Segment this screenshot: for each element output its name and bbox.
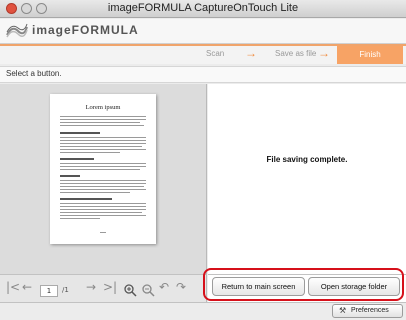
preferences-label: Preferences: [351, 307, 389, 314]
last-page-button[interactable]: >|: [103, 280, 117, 294]
step-scan: Scan: [206, 49, 225, 58]
page-number-input[interactable]: 1: [40, 285, 58, 297]
next-page-button[interactable]: →: [86, 280, 96, 294]
title-bar: imageFORMULA CaptureOnTouch Lite: [0, 0, 406, 18]
rotate-right-button[interactable]: ↷: [176, 280, 186, 294]
window-title: imageFORMULA CaptureOnTouch Lite: [107, 2, 299, 14]
zoom-in-icon[interactable]: [123, 283, 137, 297]
highlight-annotation: [203, 268, 404, 301]
steps-bar: Scan → Save as file → Finish: [0, 44, 406, 64]
preview-panel: Lorem ipsum: [0, 84, 207, 274]
page-total: /1: [62, 286, 69, 294]
first-page-button[interactable]: |<: [6, 280, 20, 294]
brand-bar: imageFORMULA: [0, 19, 406, 44]
previous-page-button[interactable]: ←: [22, 280, 32, 294]
preview-page-heading: Lorem ipsum: [85, 104, 121, 111]
step-save-as-file: Save as file: [275, 49, 317, 58]
step-arrow-icon: →: [318, 46, 330, 60]
rotate-left-button[interactable]: ↶: [159, 280, 169, 294]
instruction-bar: Select a button.: [0, 66, 406, 83]
app-window: imageFORMULA CaptureOnTouch Lite imageFO…: [0, 0, 406, 320]
tools-icon: ⚒: [339, 306, 347, 315]
document-preview[interactable]: Lorem ipsum: [50, 94, 156, 244]
step-arrow-icon: →: [245, 46, 257, 60]
preferences-button[interactable]: ⚒ Preferences: [332, 304, 403, 318]
result-panel: File saving complete.: [208, 84, 406, 274]
status-message: File saving complete.: [266, 155, 348, 164]
instruction-text: Select a button.: [6, 69, 62, 78]
preview-toolbar: |< ← 1 /1 → >| ↶ ↷: [0, 274, 207, 302]
wave-logo-icon: [6, 23, 28, 38]
brand-name: imageFORMULA: [32, 23, 139, 37]
zoom-out-icon[interactable]: [141, 283, 155, 297]
step-finish: Finish: [337, 46, 403, 64]
